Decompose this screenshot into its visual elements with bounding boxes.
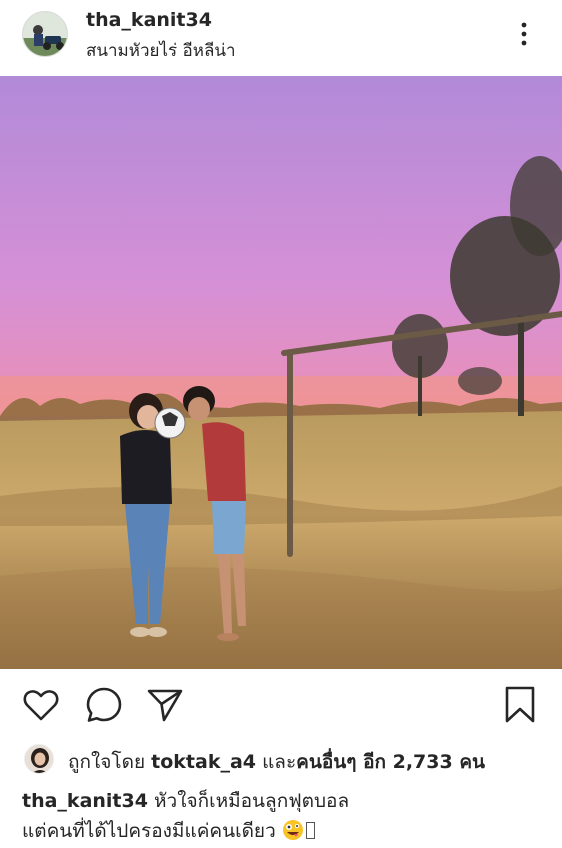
others-count-link[interactable]: คนอื่นๆ อีก 2,733 คน: [296, 751, 485, 773]
more-vertical-icon[interactable]: [514, 20, 534, 50]
author-avatar[interactable]: [22, 11, 68, 57]
post-caption: tha_kanit34 หัวใจก็เหมือนลูกฟุตบอล แต่คน…: [22, 786, 542, 846]
caption-line-1: หัวใจก็เหมือนลูกฟุตบอล: [154, 790, 350, 812]
zany-face-emoji: [282, 819, 304, 841]
action-bar: [0, 669, 562, 739]
unsupported-glyph: [305, 822, 315, 839]
post-photo[interactable]: [0, 76, 562, 669]
caption-line-2: แต่คนที่ได้ไปครองมีแค่คนเดียว: [22, 820, 276, 842]
post-location[interactable]: สนามหัวยไร่ อีหลีน่า: [86, 37, 236, 64]
caption-username[interactable]: tha_kanit34: [22, 790, 148, 812]
liker-username[interactable]: toktak_a4: [151, 751, 256, 773]
heart-icon[interactable]: [21, 685, 61, 725]
liked-by-label: ถูกใจโดย: [68, 751, 146, 773]
and-label: และ: [262, 751, 297, 773]
paper-plane-icon[interactable]: [145, 685, 185, 725]
bookmark-icon[interactable]: [500, 685, 540, 725]
author-username[interactable]: tha_kanit34: [86, 9, 212, 31]
likes-summary: ถูกใจโดย toktak_a4 และคนอื่นๆ อีก 2,733 …: [0, 740, 562, 776]
likes-text: ถูกใจโดย toktak_a4 และคนอื่นๆ อีก 2,733 …: [68, 747, 485, 777]
liker-avatar[interactable]: [24, 744, 54, 774]
comment-icon[interactable]: [84, 685, 124, 725]
post-header: tha_kanit34 สนามหัวยไร่ อีหลีน่า: [0, 0, 562, 76]
